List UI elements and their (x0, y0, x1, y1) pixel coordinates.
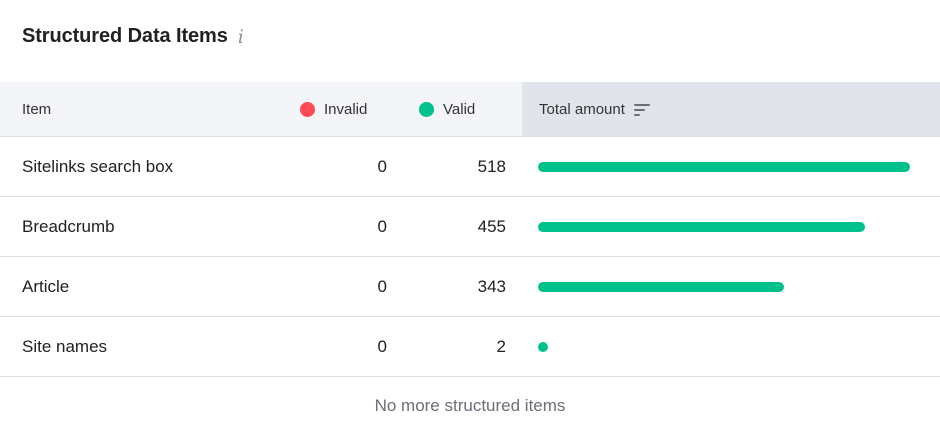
column-header-item: Item (22, 82, 51, 136)
column-header-invalid-label: Invalid (324, 100, 368, 118)
row-invalid-count: 0 (377, 276, 387, 296)
row-item-name: Site names (22, 336, 108, 356)
no-more-items-message: No more structured items (374, 396, 566, 415)
info-icon[interactable]: i (238, 27, 244, 47)
column-header-invalid: Invalid (300, 82, 367, 136)
sort-icon[interactable] (633, 103, 650, 116)
row-item-name: Breadcrumb (22, 216, 115, 236)
row-total-bar (538, 197, 910, 256)
column-header-valid-label: Valid (443, 100, 476, 118)
row-total-bar (538, 317, 910, 376)
widget-header: Structured Data Items i (22, 20, 244, 52)
row-valid-count: 455 (477, 216, 506, 236)
total-bar-fill (538, 341, 548, 352)
row-valid-count: 518 (477, 156, 506, 176)
structured-data-table: Item Invalid Valid Total amount Sitelink… (0, 82, 940, 377)
row-item-name: Sitelinks search box (22, 156, 174, 176)
table-row: Site names 0 2 (0, 317, 940, 377)
widget-title: Structured Data Items (22, 24, 228, 47)
row-invalid-count: 0 (377, 336, 387, 356)
row-total-bar (538, 137, 910, 196)
invalid-dot-icon (300, 101, 315, 117)
column-header-item-label: Item (22, 100, 52, 118)
structured-data-widget: Structured Data Items i Item Invalid Val… (0, 0, 940, 445)
column-header-total-amount[interactable]: Total amount (522, 82, 940, 136)
total-bar-fill (538, 221, 865, 232)
row-valid-count: 2 (496, 336, 506, 356)
table-row: Article 0 343 (0, 257, 940, 317)
row-valid-count: 343 (477, 276, 506, 296)
row-invalid-count: 0 (377, 216, 387, 236)
column-header-valid: Valid (419, 82, 475, 136)
valid-dot-icon (419, 101, 434, 117)
column-header-total-label: Total amount (539, 100, 625, 118)
table-row: Sitelinks search box 0 518 (0, 137, 940, 197)
total-bar-fill (538, 281, 785, 292)
row-total-bar (538, 257, 910, 316)
table-row: Breadcrumb 0 455 (0, 197, 940, 257)
row-invalid-count: 0 (377, 156, 387, 176)
row-item-name: Article (22, 276, 70, 296)
table-header: Item Invalid Valid Total amount (0, 82, 940, 137)
total-bar-fill (538, 161, 910, 172)
